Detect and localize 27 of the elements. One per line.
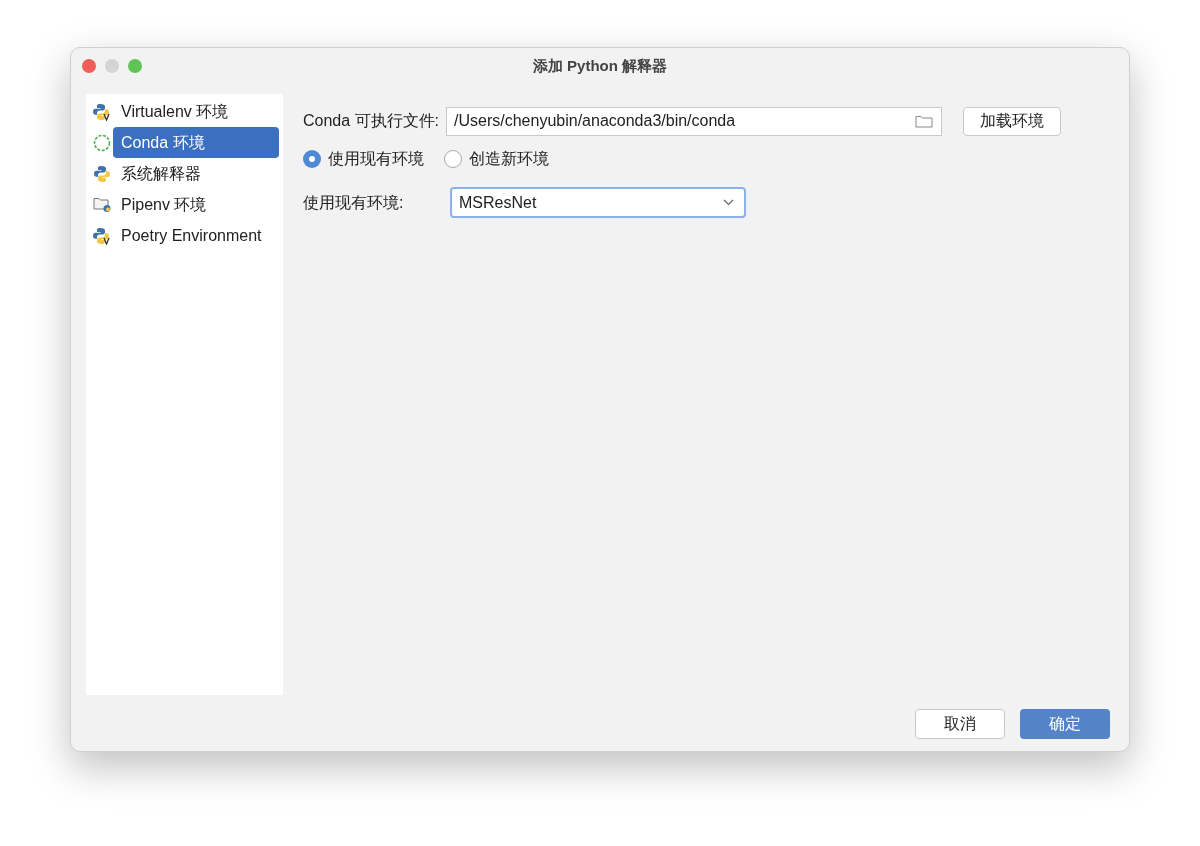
sidebar-item[interactable]: 系统解释器	[121, 161, 201, 186]
minimize-button[interactable]	[105, 58, 119, 73]
folder-icon[interactable]	[915, 114, 934, 128]
radio-label[interactable]: 使用现有环境	[328, 147, 424, 171]
sidebar-item[interactable]: Virtualenv 环境	[121, 99, 229, 124]
sidebar-item[interactable]: Poetry Environment	[121, 223, 262, 248]
folder-python-icon	[92, 196, 112, 213]
ring-icon	[93, 133, 111, 152]
ok-button[interactable]: 确定	[1020, 709, 1110, 739]
cancel-button[interactable]: 取消	[915, 709, 1005, 739]
radio-button[interactable]	[444, 150, 462, 168]
python-v-icon	[93, 226, 111, 245]
field-label: Conda 可执行文件:	[303, 111, 440, 131]
python-v-icon	[93, 102, 111, 121]
radio-label[interactable]: 创造新环境	[469, 147, 549, 171]
chevron-down-icon	[723, 199, 734, 206]
window-title: 添加 Python 解释器	[532, 56, 668, 74]
path-field[interactable]: /Users/chenyubin/anaconda3/bin/conda	[446, 106, 943, 136]
python-icon	[93, 164, 111, 183]
field-label: 使用现有环境:	[303, 192, 405, 213]
environment-dropdown[interactable]: MSResNet	[450, 187, 746, 218]
load-environments-button[interactable]: 加载环境	[963, 106, 1062, 136]
sidebar-item[interactable]: Conda 环境	[113, 127, 279, 158]
sidebar-item[interactable]: Pipenv 环境	[121, 192, 207, 217]
radio-button[interactable]	[303, 150, 321, 168]
close-button[interactable]	[82, 58, 96, 73]
zoom-button[interactable]	[128, 58, 142, 73]
